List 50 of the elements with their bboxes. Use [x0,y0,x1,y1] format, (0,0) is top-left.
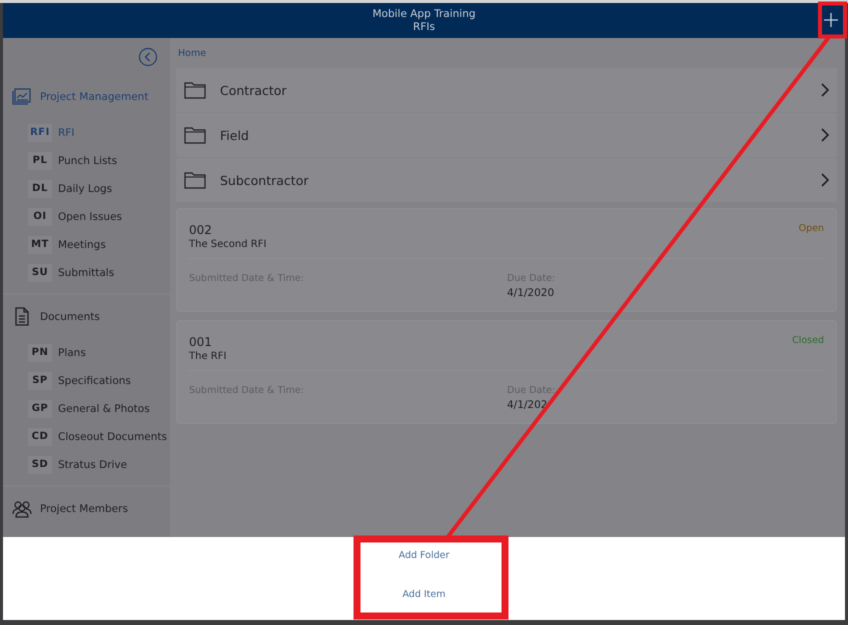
folder-row[interactable]: Subcontractor [176,158,837,202]
module-badge: SU [28,264,52,282]
status-label: Open [798,223,824,236]
module-badge: MT [28,236,52,254]
module-badge: OI [28,208,52,226]
nav-item[interactable]: SD Stratus Drive [3,451,170,479]
rfi-title: The Second RFI [189,239,266,250]
app-title: Mobile App Training [372,8,476,20]
section-title[interactable]: Project Management [40,91,148,103]
nav-item[interactable]: SP Specifications [3,367,170,395]
chevron-right-icon [821,173,829,187]
chevron-right-icon [821,83,829,97]
back-icon[interactable] [138,46,158,66]
module-badge: PL [28,152,52,170]
module-badge: GP [28,400,52,418]
rfi-number: 002 [189,223,213,237]
nav-item[interactable]: OI Open Issues [3,203,170,231]
menu-option[interactable]: Add Folder [398,543,450,582]
folder-icon [184,171,206,189]
breadcrumb-link[interactable]: Home [178,48,206,58]
status-label: Closed [792,335,824,348]
nav-item[interactable]: SU Submittals [3,259,170,287]
nav-item[interactable]: PN Plans [3,339,170,367]
module-badge: RFI [28,124,52,142]
nav-item[interactable]: MT Meetings [3,231,170,259]
chevron-right-icon [821,128,829,142]
folder-icon [184,126,206,144]
folder-row[interactable]: Field [176,113,837,157]
nav-item[interactable]: RFI RFI [3,119,170,147]
highlight-box [818,2,847,38]
nav-item[interactable]: DL Daily Logs [3,175,170,203]
folder-icon [184,81,206,99]
add-icon[interactable] [823,12,839,28]
menu-option[interactable]: Add Item [402,582,446,620]
nav-item[interactable]: CD Closeout Documents [3,423,170,451]
rfi-title: The RFI [189,351,226,362]
module-badge: CD [28,428,52,446]
folder-row[interactable]: Contractor [176,68,837,112]
nav-item[interactable]: PL Punch Lists [3,147,170,175]
rfi-number: 001 [189,335,213,349]
module-badge: SP [28,372,52,390]
section-title[interactable]: Project Members [40,503,128,515]
section-title[interactable]: Documents [40,311,100,323]
nav-item[interactable]: GP General & Photos [3,395,170,423]
module-badge: DL [28,180,52,198]
module-badge: SD [28,456,52,474]
module-badge: PN [28,344,52,362]
due-date: 4/1/202 [507,399,548,411]
page-title: RFIs [413,20,435,34]
due-date: 4/1/2020 [507,287,556,299]
